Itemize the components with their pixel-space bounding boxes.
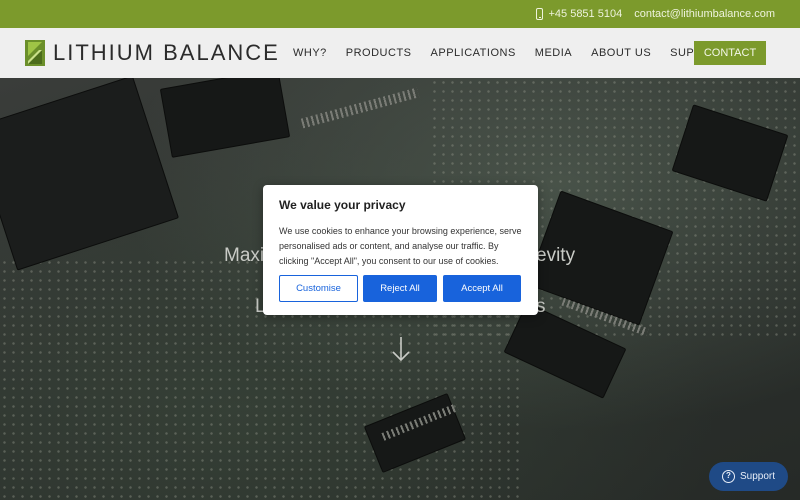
contact-button[interactable]: CONTACT bbox=[694, 41, 766, 65]
hero-headline-left: Maxi bbox=[224, 245, 265, 266]
hero-headline-right: evity bbox=[536, 245, 576, 266]
scroll-down-arrow-icon[interactable] bbox=[391, 336, 411, 362]
nav-item-media[interactable]: MEDIA bbox=[535, 47, 572, 59]
board-pins bbox=[300, 87, 420, 129]
primary-nav: WHY? PRODUCTS APPLICATIONS MEDIA ABOUT U… bbox=[293, 28, 746, 78]
nav-item-applications[interactable]: APPLICATIONS bbox=[431, 47, 516, 59]
cookie-dialog-title: We value your privacy bbox=[279, 198, 406, 212]
cookie-dialog-body: We use cookies to enhance your browsing … bbox=[279, 226, 522, 266]
cookie-dialog-actions: Customise Reject All Accept All bbox=[279, 275, 521, 302]
main-navbar: LITHIUM BALANCE WHY? PRODUCTS APPLICATIO… bbox=[0, 28, 800, 78]
support-widget-button[interactable]: ? Support bbox=[709, 462, 788, 491]
nav-item-products[interactable]: PRODUCTS bbox=[346, 47, 412, 59]
board-chip bbox=[0, 78, 180, 271]
accept-all-button[interactable]: Accept All bbox=[443, 275, 521, 302]
phone-number: +45 5851 5104 bbox=[548, 8, 623, 20]
customise-button[interactable]: Customise bbox=[279, 275, 358, 302]
support-widget-label: Support bbox=[739, 471, 776, 482]
phone-icon bbox=[536, 8, 544, 20]
reject-all-button[interactable]: Reject All bbox=[363, 275, 437, 302]
board-chip bbox=[159, 78, 291, 158]
email-link[interactable]: contact@lithiumbalance.com bbox=[634, 8, 775, 20]
logo-text: LITHIUM BALANCE bbox=[53, 40, 280, 65]
nav-item-about-us[interactable]: ABOUT US bbox=[591, 47, 651, 59]
top-contact-bar: +45 5851 5104 contact@lithiumbalance.com bbox=[0, 0, 800, 28]
nav-item-why[interactable]: WHY? bbox=[293, 47, 327, 59]
phone-link[interactable]: +45 5851 5104 bbox=[536, 8, 622, 20]
logo-mark-icon bbox=[25, 40, 45, 66]
question-icon: ? bbox=[721, 470, 735, 483]
cookie-consent-dialog: We value your privacy We use cookies to … bbox=[263, 185, 538, 315]
logo[interactable]: LITHIUM BALANCE bbox=[25, 40, 280, 66]
